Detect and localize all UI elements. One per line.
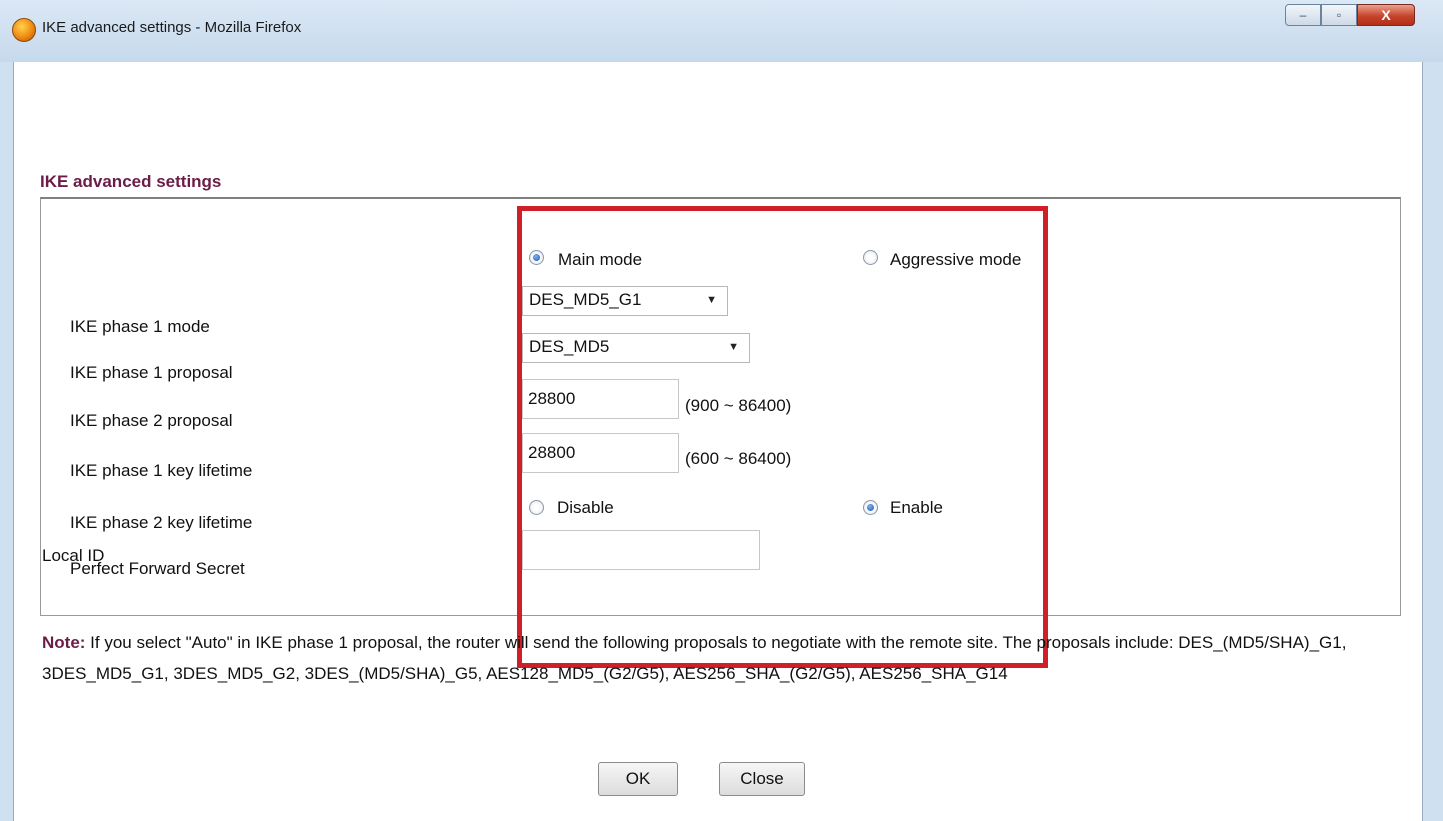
main-mode-label: Main mode — [558, 250, 643, 269]
phase1-lifetime-range: (900 ~ 86400) — [685, 396, 792, 415]
ok-button[interactable]: OK — [598, 762, 678, 796]
label-phase1-proposal: IKE phase 1 proposal — [70, 363, 233, 382]
maximize-button[interactable]: ▫ — [1321, 4, 1357, 26]
window-titlebar: IKE advanced settings - Mozilla Firefox … — [0, 0, 1443, 62]
label-phase2-lifetime: IKE phase 2 key lifetime — [70, 513, 253, 532]
window-controls: – ▫ X — [1285, 4, 1415, 26]
label-local-id: Local ID — [42, 546, 105, 565]
label-phase1-lifetime: IKE phase 1 key lifetime — [70, 461, 253, 480]
aggressive-mode-label: Aggressive mode — [890, 250, 1022, 269]
phase2-proposal-select[interactable]: DES_MD5 ▼ — [522, 333, 750, 363]
chevron-down-icon: ▼ — [706, 294, 717, 306]
dialog-content: IKE advanced settings IKE phase 1 mode I… — [13, 62, 1423, 821]
close-button[interactable]: Close — [719, 762, 805, 796]
phase2-lifetime-input[interactable] — [522, 433, 679, 473]
minimize-button[interactable]: – — [1285, 4, 1321, 26]
local-id-input[interactable] — [522, 530, 760, 570]
label-phase2-proposal: IKE phase 2 proposal — [70, 411, 233, 430]
window-title: IKE advanced settings - Mozilla Firefox — [42, 19, 302, 36]
note-text: Note: If you select "Auto" in IKE phase … — [42, 627, 1402, 689]
phase1-proposal-value: DES_MD5_G1 — [529, 290, 642, 309]
close-window-button[interactable]: X — [1357, 4, 1415, 26]
aggressive-mode-radio[interactable] — [863, 250, 878, 265]
phase1-proposal-select[interactable]: DES_MD5_G1 ▼ — [522, 286, 728, 316]
pfs-disable-label: Disable — [557, 498, 614, 517]
pfs-disable-radio[interactable] — [529, 500, 544, 515]
note-prefix: Note: — [42, 633, 86, 652]
note-body: If you select "Auto" in IKE phase 1 prop… — [42, 633, 1347, 683]
phase1-lifetime-input[interactable] — [522, 379, 679, 419]
chevron-down-icon: ▼ — [728, 341, 739, 353]
pfs-enable-label: Enable — [890, 498, 943, 517]
section-title: IKE advanced settings — [40, 172, 222, 191]
main-mode-radio[interactable] — [529, 250, 544, 265]
phase2-proposal-value: DES_MD5 — [529, 337, 610, 356]
firefox-icon — [12, 18, 36, 42]
pfs-enable-radio[interactable] — [863, 500, 878, 515]
label-phase1-mode: IKE phase 1 mode — [70, 317, 210, 336]
phase2-lifetime-range: (600 ~ 86400) — [685, 449, 792, 468]
